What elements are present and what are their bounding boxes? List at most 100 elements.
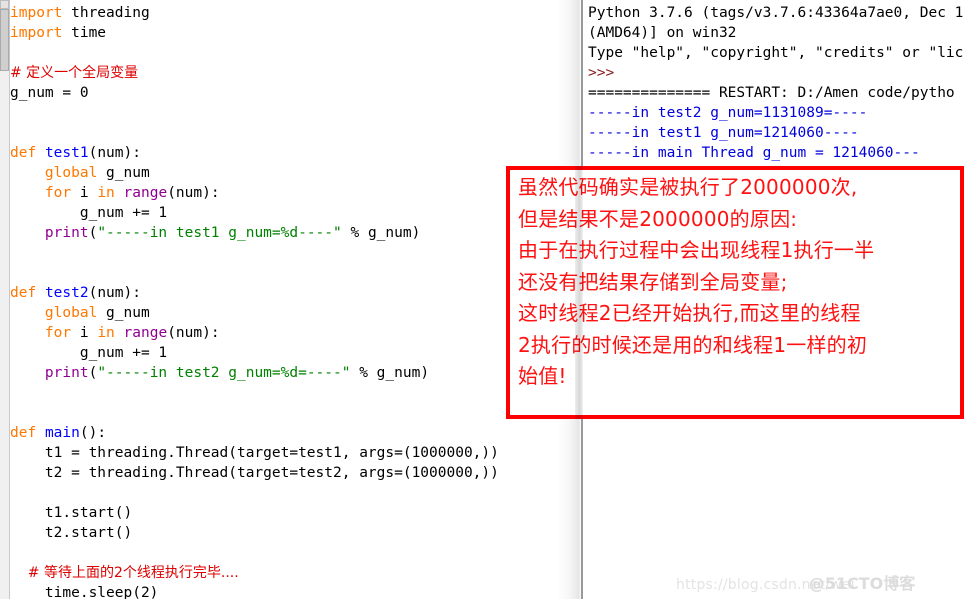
code-editor-pane[interactable]: import threading import time # 定义一个全局变量 g_… <box>10 0 582 599</box>
code-line-11-seg-2: ( <box>88 225 98 241</box>
code-line-16-seg-3: in <box>97 325 115 341</box>
code-line-18-seg-0 <box>10 365 45 381</box>
code-line-8-seg-1: global <box>44 165 98 181</box>
code-line-25-seg-0: t1.start() <box>10 505 133 521</box>
annotation-text: 虽然代码确实是被执行了2000000次, 但是结果不是2000000的原因: 由于在… <box>518 172 958 393</box>
annotation-line-1: 但是结果不是2000000的原因: <box>518 206 798 231</box>
code-line-28-seg-0: # 等待上面的2个线程执行完毕.... <box>10 565 239 581</box>
shell-line-7-seg-0: -----in main Thread g_num = 1214060--- <box>588 145 920 161</box>
shell-line-0-seg-0: Python 3.7.6 (tags/v3.7.6:43364a7ae0, De… <box>588 5 964 21</box>
shell-line-2-seg-0: Type "help", "copyright", "credits" or "… <box>588 45 964 61</box>
code-line-0-seg-0: import <box>10 5 63 21</box>
annotation-line-4: 这时线程2已经开始执行,而这里的线程 <box>518 301 861 325</box>
code-line-11: print("-----in test1 g_num=%d----" % g_n… <box>10 223 582 243</box>
code-line-23-seg-0: t2 = threading.Thread(target=test2, args… <box>10 465 499 481</box>
code-line-21-seg-2: main <box>44 425 80 441</box>
code-line-11-seg-3: "-----in test1 g_num=%d----" <box>97 225 342 241</box>
code-line-0: import threading <box>10 3 582 23</box>
code-line-23: t2 = threading.Thread(target=test2, args… <box>10 463 582 483</box>
shell-line-6-seg-0: -----in test1 g_num=1214060---- <box>588 125 859 141</box>
code-line-14: def test2(num): <box>10 283 582 303</box>
code-line-7-seg-1 <box>36 145 45 161</box>
code-line-11-seg-4: % g_num) <box>341 225 421 241</box>
code-line-9-seg-5: range <box>123 185 168 201</box>
code-line-1: import time <box>10 23 582 43</box>
code-line-17: g_num += 1 <box>10 343 582 363</box>
annotation-line-2: 由于在执行过程中会出现线程1执行一半 <box>518 238 875 262</box>
code-line-8-seg-0 <box>10 165 45 181</box>
code-line-7: def test1(num): <box>10 143 582 163</box>
code-line-22-seg-0: t1 = threading.Thread(target=test1, args… <box>10 445 499 461</box>
code-line-16-seg-2: i <box>71 325 98 341</box>
code-line-16-seg-4 <box>115 325 124 341</box>
code-line-18-seg-3: "-----in test2 g_num=%d=----" <box>97 365 351 381</box>
code-line-26: t2.start() <box>10 523 582 543</box>
code-line-9: for i in range(num): <box>10 183 582 203</box>
code-line-16-seg-5: range <box>123 325 168 341</box>
code-line-15-seg-0 <box>10 305 45 321</box>
code-line-8: global g_num <box>10 163 582 183</box>
code-line-4-seg-0: g_num = 0 <box>10 85 89 101</box>
code-line-1-seg-1: time <box>62 25 107 41</box>
code-line-22: t1 = threading.Thread(target=test1, args… <box>10 443 582 463</box>
code-line-9-seg-0 <box>10 185 45 201</box>
code-line-29-seg-0: time.sleep(2) <box>10 585 159 599</box>
code-line-9-seg-3: in <box>97 185 115 201</box>
code-line-14-seg-0: def <box>10 285 37 301</box>
code-line-7-seg-3: (num): <box>88 145 141 161</box>
annotation-line-5: 2执行的时候还是用的和线程1一样的初 <box>518 332 868 357</box>
shell-line-0: Python 3.7.6 (tags/v3.7.6:43364a7ae0, De… <box>588 3 968 23</box>
code-text[interactable]: import threading import time # 定义一个全局变量 g_… <box>10 3 582 599</box>
code-line-9-seg-4 <box>115 185 124 201</box>
code-line-21-seg-0: def <box>10 425 37 441</box>
code-line-10: g_num += 1 <box>10 203 582 223</box>
code-line-21: def main(): <box>10 423 582 443</box>
shell-line-6: -----in test1 g_num=1214060---- <box>588 123 968 143</box>
code-line-7-seg-0: def <box>10 145 37 161</box>
code-line-7-seg-2: test1 <box>44 145 89 161</box>
code-line-11-seg-0 <box>10 225 45 241</box>
code-line-21-seg-1 <box>36 425 45 441</box>
code-line-11-seg-1: print <box>44 225 89 241</box>
code-line-1-seg-0: import <box>10 25 63 41</box>
annotation-line-0: 虽然代码确实是被执行了2000000次, <box>518 175 858 199</box>
scrollbar-thumb[interactable] <box>0 9 9 71</box>
shell-line-3: >>> <box>588 63 968 83</box>
code-line-8-seg-2: g_num <box>97 165 150 181</box>
shell-line-3-seg-0: >>> <box>588 65 615 81</box>
code-line-16-seg-1: for <box>44 325 72 341</box>
shell-line-4: ============== RESTART: D:/Amen code/pyt… <box>588 83 968 103</box>
shell-line-2: Type "help", "copyright", "credits" or "… <box>588 43 968 63</box>
annotation-line-3: 还没有把结果存储到全局变量; <box>518 269 788 294</box>
code-line-10-seg-0: g_num += 1 <box>10 205 168 221</box>
code-line-16: for i in range(num): <box>10 323 582 343</box>
code-line-15-seg-2: g_num <box>97 305 150 321</box>
vertical-scrollbar[interactable] <box>0 0 10 599</box>
code-line-18-seg-2: ( <box>88 365 98 381</box>
code-line-3: # 定义一个全局变量 <box>10 63 582 83</box>
annotation-line-6: 始值! <box>518 364 567 388</box>
code-line-9-seg-6: (num): <box>167 185 220 201</box>
shell-output-text[interactable]: Python 3.7.6 (tags/v3.7.6:43364a7ae0, De… <box>588 3 968 183</box>
code-line-16-seg-0 <box>10 325 45 341</box>
code-line-25: t1.start() <box>10 503 582 523</box>
code-line-18-seg-1: print <box>44 365 89 381</box>
shell-line-1-seg-0: (AMD64)] on win32 <box>588 25 737 41</box>
shell-line-5: -----in test2 g_num=1131089=---- <box>588 103 968 123</box>
shell-line-4-seg-0: ============== RESTART: D:/Amen code/pyt… <box>588 85 955 101</box>
scroll-up-arrow-icon[interactable] <box>0 0 9 9</box>
code-line-9-seg-1: for <box>44 185 72 201</box>
code-line-3-seg-0: # 定义一个全局变量 <box>10 65 139 81</box>
code-line-4: g_num = 0 <box>10 83 582 103</box>
shell-line-1: (AMD64)] on win32 <box>588 23 968 43</box>
code-line-16-seg-6: (num): <box>167 325 220 341</box>
